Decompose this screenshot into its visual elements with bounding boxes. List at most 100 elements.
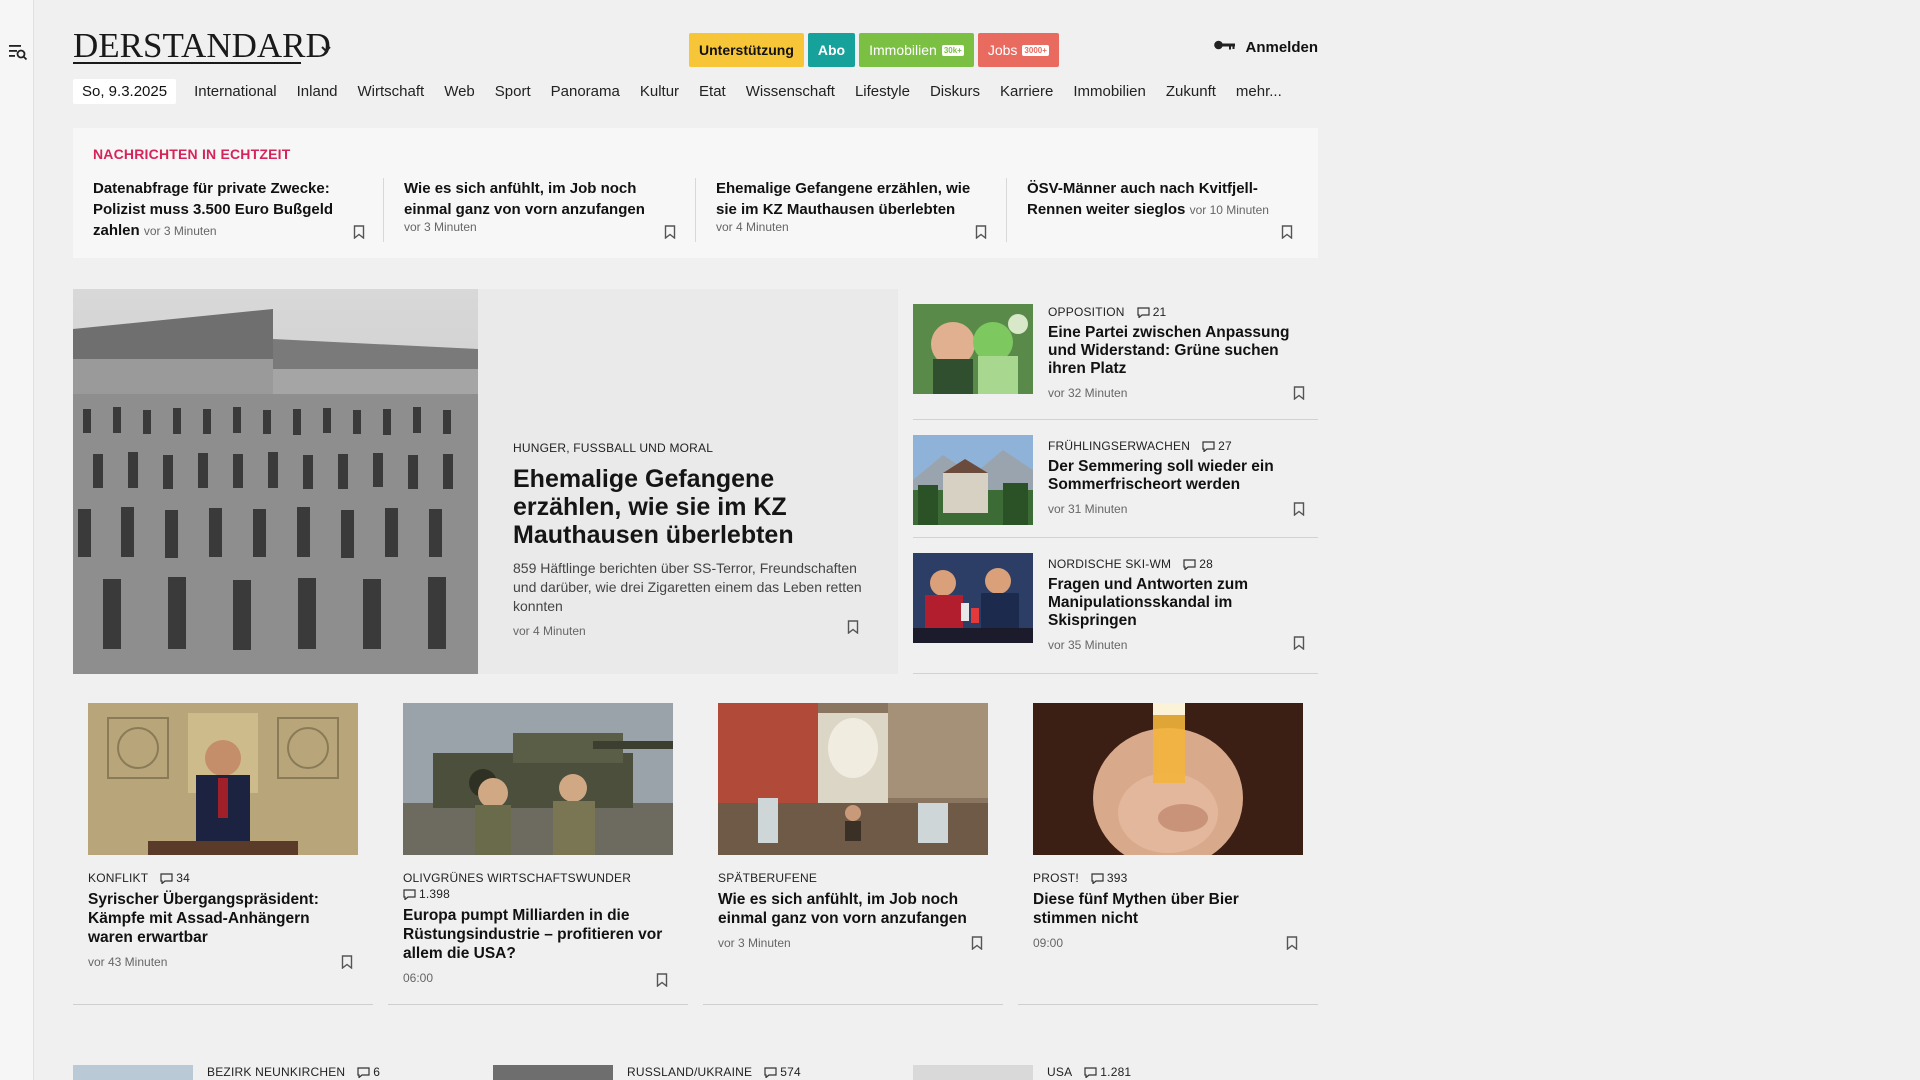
side-story-image[interactable] <box>913 553 1033 643</box>
nav-item-international[interactable]: International <box>194 83 277 100</box>
ticker-item[interactable]: Datenabfrage für private Zwecke: Polizis… <box>93 178 363 242</box>
bookmark-icon[interactable] <box>1293 636 1305 651</box>
side-story[interactable]: FRÜHLINGSERWACHEN 27 Der Semmering soll … <box>913 420 1318 538</box>
side-story-headline[interactable]: Eine Partei zwischen Anpassung und Wider… <box>1048 324 1303 378</box>
chevron-down-icon[interactable] <box>319 42 333 54</box>
nav-item-sport[interactable]: Sport <box>495 83 531 100</box>
story-card-category: OLIVGRÜNES WIRTSCHAFTSWUNDER <box>403 871 632 885</box>
story-card-time: vor 3 Minuten <box>718 936 791 950</box>
side-story-image[interactable] <box>913 435 1033 525</box>
lead-headline[interactable]: Ehemalige Gefangene erzählen, wie sie im… <box>513 465 868 549</box>
side-story[interactable]: NORDISCHE SKI-WM 28 Fragen und Antworten… <box>913 538 1318 674</box>
ticker-separator <box>383 178 384 242</box>
bottom-story-category: USA <box>1047 1065 1073 1079</box>
bookmark-icon[interactable] <box>656 973 668 988</box>
comment-icon <box>1137 306 1150 318</box>
story-card-image[interactable] <box>88 703 358 855</box>
ticker-separator <box>695 178 696 242</box>
comment-count[interactable]: 34 <box>160 871 190 885</box>
bookmark-icon[interactable] <box>1293 502 1305 517</box>
lead-story[interactable]: HUNGER, FUSSBALL UND MORAL Ehemalige Gef… <box>73 289 898 674</box>
lead-image[interactable] <box>73 289 478 674</box>
immobilien-label: Immobilien <box>869 42 937 58</box>
side-story-kicker: OPPOSITION 21 <box>1048 305 1303 319</box>
nav-item-diskurs[interactable]: Diskurs <box>930 83 980 100</box>
nav-item-inland[interactable]: Inland <box>297 83 338 100</box>
nav-item-lifestyle[interactable]: Lifestyle <box>855 83 910 100</box>
comment-count[interactable]: 28 <box>1183 557 1213 571</box>
nav-item-more[interactable]: mehr... <box>1236 83 1282 100</box>
jobs-button[interactable]: Jobs 3000+ <box>977 33 1059 67</box>
comment-count[interactable]: 21 <box>1137 305 1167 319</box>
bookmark-icon[interactable] <box>1286 936 1298 951</box>
bottom-story-image[interactable] <box>493 1065 613 1080</box>
story-card-kicker: OLIVGRÜNES WIRTSCHAFTSWUNDER 1.398 <box>403 871 663 901</box>
bottom-story[interactable]: USA 1.281 <box>913 1065 1131 1080</box>
story-card-headline[interactable]: Diese fünf Mythen über Bier stimmen nich… <box>1033 890 1293 928</box>
comment-count[interactable]: 1.398 <box>403 887 450 901</box>
bottom-story-image[interactable] <box>913 1065 1033 1080</box>
ticker-item[interactable]: Wie es sich anfühlt, im Job noch einmal … <box>404 178 684 234</box>
comment-count[interactable]: 574 <box>764 1065 801 1079</box>
login-button[interactable]: Anmelden <box>1213 38 1318 56</box>
side-story[interactable]: OPPOSITION 21 Eine Partei zwischen Anpas… <box>913 304 1318 420</box>
ticker-item[interactable]: Ehemalige Gefangene erzählen, wie sie im… <box>716 178 986 234</box>
nav-item-wirtschaft[interactable]: Wirtschaft <box>358 83 425 100</box>
bookmark-icon[interactable] <box>664 225 676 240</box>
comment-count[interactable]: 27 <box>1202 439 1232 453</box>
story-card-image[interactable] <box>1033 703 1303 855</box>
story-card-image[interactable] <box>718 703 988 855</box>
story-card-headline[interactable]: Syrischer Übergangspräsident: Kämpfe mit… <box>88 890 348 947</box>
logo-underline <box>73 62 301 64</box>
nav-item-wissenschaft[interactable]: Wissenschaft <box>746 83 835 100</box>
bottom-story-category: RUSSLAND/UKRAINE <box>627 1065 753 1079</box>
story-card-headline[interactable]: Europa pumpt Milliarden in die Rüstungsi… <box>403 906 663 963</box>
story-card-headline[interactable]: Wie es sich anfühlt, im Job noch einmal … <box>718 890 978 928</box>
story-card-text: KONFLIKT 34 Syrischer Übergangspräsident… <box>88 871 348 969</box>
section-nav: So, 9.3.2025 International Inland Wirtsc… <box>73 78 1302 104</box>
bookmark-icon[interactable] <box>847 620 859 635</box>
story-card-image[interactable] <box>403 703 673 855</box>
ticker-item-title: Wie es sich anfühlt, im Job noch einmal … <box>404 180 645 218</box>
story-card[interactable]: SPÄTBERUFENE Wie es sich anfühlt, im Job… <box>703 703 1003 1005</box>
nav-item-zukunft[interactable]: Zukunft <box>1166 83 1216 100</box>
comment-count[interactable]: 6 <box>357 1065 380 1079</box>
support-button[interactable]: Unterstützung <box>689 33 804 67</box>
bookmark-icon[interactable] <box>1293 386 1305 401</box>
ticker-item[interactable]: ÖSV-Männer auch nach Kvitfjell-Rennen we… <box>1027 178 1277 221</box>
comment-count[interactable]: 393 <box>1091 871 1128 885</box>
bookmark-icon[interactable] <box>341 955 353 970</box>
side-story-headline[interactable]: Fragen und Antworten zum Manipulationssk… <box>1048 576 1303 630</box>
bottom-story[interactable]: BEZIRK NEUNKIRCHEN 6 <box>73 1065 380 1080</box>
bottom-story-image[interactable] <box>73 1065 193 1080</box>
nav-item-kultur[interactable]: Kultur <box>640 83 679 100</box>
nav-item-web[interactable]: Web <box>444 83 475 100</box>
comment-count[interactable]: 1.281 <box>1084 1065 1131 1079</box>
menu-search-icon[interactable] <box>8 42 28 62</box>
comment-count-value: 28 <box>1199 557 1213 571</box>
comment-icon <box>764 1066 777 1078</box>
bookmark-icon[interactable] <box>971 936 983 951</box>
current-date: So, 9.3.2025 <box>73 78 177 104</box>
nav-item-immobilien[interactable]: Immobilien <box>1073 83 1146 100</box>
comment-icon <box>1183 558 1196 570</box>
story-card[interactable]: KONFLIKT 34 Syrischer Übergangspräsident… <box>73 703 373 1005</box>
immobilien-button[interactable]: Immobilien 30k+ <box>859 33 974 67</box>
side-story-image[interactable] <box>913 304 1033 394</box>
story-card[interactable]: PROST! 393 Diese fünf Mythen über Bier s… <box>1018 703 1318 1005</box>
nav-item-karriere[interactable]: Karriere <box>1000 83 1053 100</box>
bookmark-icon[interactable] <box>975 225 987 240</box>
bookmark-icon[interactable] <box>353 225 365 240</box>
story-card-kicker: KONFLIKT 34 <box>88 871 348 885</box>
side-story-headline[interactable]: Der Semmering soll wieder ein Sommerfris… <box>1048 458 1303 494</box>
nav-item-panorama[interactable]: Panorama <box>551 83 620 100</box>
logo[interactable]: DERSTANDARD <box>73 28 331 63</box>
nav-item-etat[interactable]: Etat <box>699 83 726 100</box>
ticker-item-title: Ehemalige Gefangene erzählen, wie sie im… <box>716 180 971 218</box>
story-card[interactable]: OLIVGRÜNES WIRTSCHAFTSWUNDER 1.398 Europ… <box>388 703 688 1005</box>
bookmark-icon[interactable] <box>1281 225 1293 240</box>
lead-text: HUNGER, FUSSBALL UND MORAL Ehemalige Gef… <box>513 441 868 638</box>
lead-time: vor 4 Minuten <box>513 624 586 638</box>
abo-button[interactable]: Abo <box>807 33 856 67</box>
bottom-story[interactable]: RUSSLAND/UKRAINE 574 <box>493 1065 801 1080</box>
